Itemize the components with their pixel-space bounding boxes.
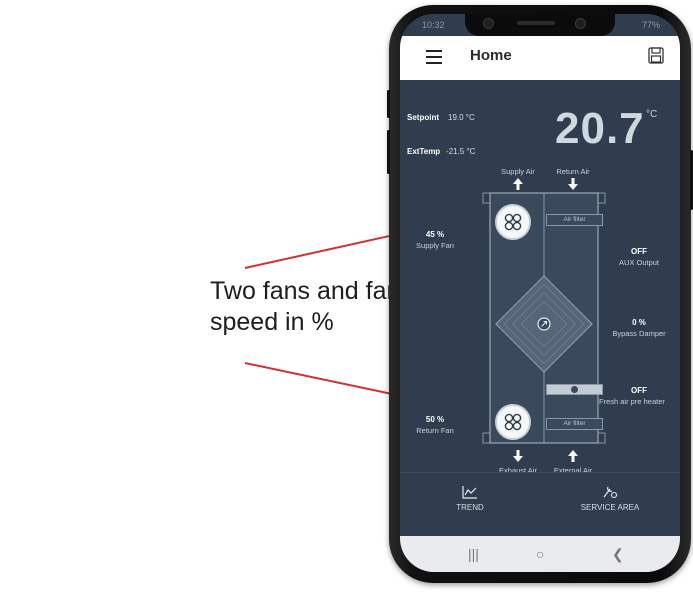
back-icon[interactable]: ❮ xyxy=(612,546,624,563)
setpoint-value[interactable]: 19.0 °C xyxy=(448,113,475,122)
trend-tab[interactable]: TREND xyxy=(420,473,520,533)
air-filter-top: Air filter xyxy=(546,214,603,226)
home-content: Setpoint 19.0 °C ExtTemp -21.5 °C 20.7 °… xyxy=(400,80,680,475)
preheater-value: OFF xyxy=(631,386,647,395)
bypass-damper-value: 0 % xyxy=(632,318,646,327)
home-button-icon[interactable]: ○ xyxy=(536,546,544,562)
camera-icon xyxy=(483,18,494,29)
hrv-unit-diagram: Air filter Air filter xyxy=(482,190,606,460)
current-temperature: 20.7 xyxy=(555,104,645,153)
service-area-label: SERVICE AREA xyxy=(580,503,640,512)
recent-apps-icon[interactable]: ||| xyxy=(468,546,479,562)
return-air-label: Return Air xyxy=(556,167,590,176)
setpoint-label: Setpoint xyxy=(407,113,439,122)
volume-button xyxy=(387,90,390,118)
arrow-up-icon xyxy=(513,178,523,190)
status-bar: 10:32 77% xyxy=(400,14,680,36)
supply-fan-value: 45 % xyxy=(425,230,445,239)
supply-fan-label: Supply Fan xyxy=(416,241,454,250)
arrow-down-icon xyxy=(513,450,523,462)
exttemp-value: -21.5 °C xyxy=(446,147,476,156)
app-bar: Home xyxy=(400,36,680,80)
status-time: 10:32 xyxy=(422,20,445,30)
arrow-down-icon xyxy=(568,178,578,190)
wrench-gear-icon xyxy=(603,486,618,499)
camera-notch xyxy=(465,14,615,36)
trend-chart-icon xyxy=(462,486,477,499)
bottom-tab-bar: TREND SERVICE AREA xyxy=(400,472,680,537)
floppy-disk-icon[interactable] xyxy=(648,47,664,64)
phone-screen: 10:32 77% Home Setpoint 19.0 °C ExtTemp … xyxy=(400,14,680,572)
speaker-grille xyxy=(517,21,555,25)
aux-output-label: AUX Output xyxy=(618,258,660,267)
sensor-icon xyxy=(575,18,586,29)
service-area-tab[interactable]: SERVICE AREA xyxy=(560,473,660,533)
status-battery: 77% xyxy=(641,20,660,30)
supply-fan-icon xyxy=(495,204,531,240)
bypass-damper-label: Bypass Damper xyxy=(612,329,666,338)
volume-button xyxy=(387,130,390,174)
return-fan-label: Return Fan xyxy=(416,426,454,435)
hamburger-menu-icon[interactable] xyxy=(426,50,442,64)
return-fan-value: 50 % xyxy=(425,415,445,424)
page-title: Home xyxy=(470,47,512,64)
return-fan-icon xyxy=(495,404,531,440)
trend-label: TREND xyxy=(456,503,484,512)
temperature-unit: °C xyxy=(646,109,658,120)
aux-output-value[interactable]: OFF xyxy=(599,247,679,256)
preheater-label: Fresh air pre heater xyxy=(599,397,665,406)
preheater-element xyxy=(546,384,603,395)
air-filter-bottom: Air filter xyxy=(546,418,603,430)
arrow-up-icon xyxy=(568,450,578,462)
exttemp-label: ExtTemp xyxy=(407,147,441,156)
system-nav-bar: ||| ○ ❮ xyxy=(400,536,680,572)
bypass-damper-icon[interactable] xyxy=(537,317,551,331)
